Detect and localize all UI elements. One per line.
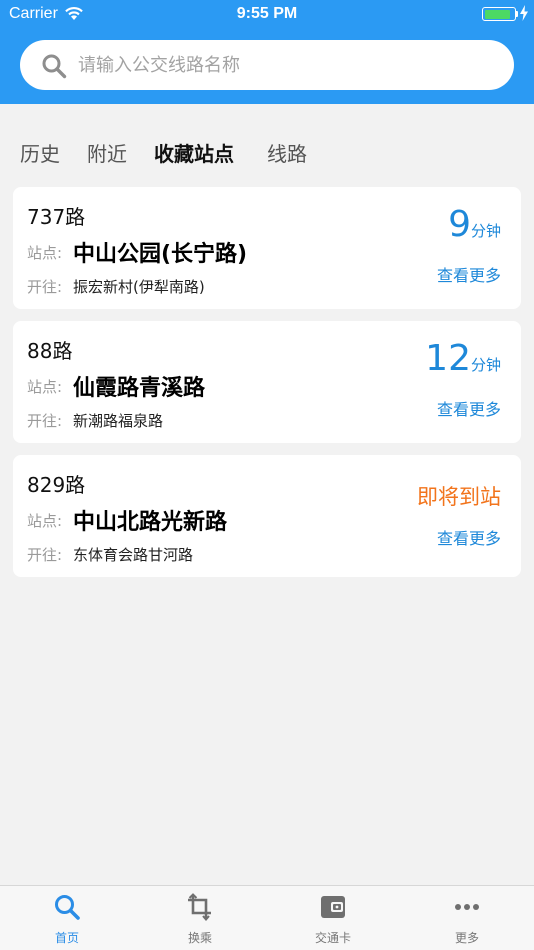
direction-name: 新潮路福泉路 — [73, 412, 164, 430]
tabbar-transfer[interactable]: 换乘 — [133, 886, 267, 950]
eta-minutes: 9 — [448, 204, 471, 245]
favorite-stop-card[interactable]: 829路 站点: 中山北路光新路 开往: 东体育会路甘河路 即将到站 查看更多 — [13, 455, 521, 577]
favorite-stop-card[interactable]: 88路 站点: 仙霞路青溪路 开往: 新潮路福泉路 12分钟 查看更多 — [13, 321, 521, 443]
view-more-link[interactable]: 查看更多 — [437, 525, 501, 549]
stop-name: 仙霞路青溪路 — [73, 376, 206, 401]
tabbar-home[interactable]: 首页 — [0, 886, 134, 950]
battery-tip — [516, 11, 518, 17]
search-bar[interactable] — [20, 40, 514, 90]
direction-label: 开往: — [27, 546, 63, 564]
stop-name: 中山北路光新路 — [73, 510, 228, 535]
eta-display: 9分钟 — [448, 205, 501, 245]
tabbar-label: 首页 — [54, 931, 79, 945]
route-name: 829路 — [27, 473, 86, 497]
tabbar-label: 交通卡 — [314, 931, 351, 945]
stop-label: 站点: — [27, 512, 63, 530]
stop-label: 站点: — [27, 244, 63, 262]
charging-bolt-icon — [520, 5, 528, 21]
direction-label: 开往: — [27, 412, 63, 430]
tab-nearby[interactable]: 附近 — [87, 138, 127, 167]
route-name: 88路 — [27, 339, 73, 363]
favorite-stop-card[interactable]: 737路 站点: 中山公园(长宁路) 开往: 振宏新村(伊犁南路) 9分钟 查看… — [13, 187, 521, 309]
eta-unit: 分钟 — [470, 222, 501, 240]
bottom-tab-bar: 首页 换乘 交通卡 更多 — [0, 885, 534, 950]
eta-minutes: 12 — [425, 338, 471, 379]
header: Carrier 9:55 PM — [0, 0, 534, 104]
view-more-link[interactable]: 查看更多 — [437, 262, 501, 286]
search-input[interactable] — [78, 48, 498, 82]
status-time: 9:55 PM — [236, 5, 298, 22]
battery-level — [484, 9, 510, 19]
eta-display: 12分钟 — [425, 339, 501, 379]
search-icon — [42, 54, 67, 79]
tab-routes[interactable]: 线路 — [267, 138, 307, 167]
direction-name: 振宏新村(伊犁南路) — [73, 278, 205, 296]
search-icon — [55, 895, 80, 920]
route-name: 737路 — [27, 205, 86, 229]
transfer-icon — [188, 893, 211, 921]
view-more-link[interactable]: 查看更多 — [437, 396, 501, 420]
stop-label: 站点: — [27, 378, 63, 396]
tab-history[interactable]: 历史 — [20, 138, 60, 167]
direction-label: 开往: — [27, 278, 63, 296]
stop-name: 中山公园(长宁路) — [73, 242, 248, 267]
direction-name: 东体育会路甘河路 — [73, 546, 194, 564]
tabbar-more[interactable]: 更多 — [400, 886, 534, 950]
battery-icon — [482, 7, 516, 21]
wallet-icon — [321, 896, 345, 918]
tabbar-label: 更多 — [454, 931, 479, 945]
tabbar-label: 换乘 — [187, 931, 212, 945]
more-dots-icon — [455, 904, 479, 910]
arriving-status: 即将到站 — [417, 485, 501, 509]
eta-unit: 分钟 — [470, 356, 501, 374]
tabbar-transit-card[interactable]: 交通卡 — [266, 886, 400, 950]
status-bar: Carrier 9:55 PM — [0, 0, 534, 28]
tab-favorite-stops[interactable]: 收藏站点 — [154, 138, 234, 167]
